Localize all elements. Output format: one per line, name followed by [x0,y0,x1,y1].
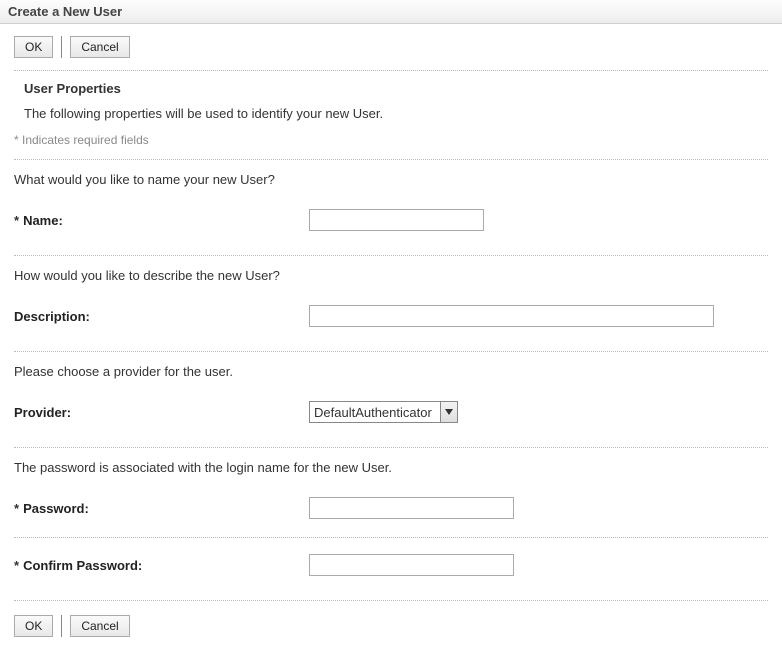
confirm-password-label: * Confirm Password: [14,558,309,573]
provider-select[interactable]: DefaultAuthenticator [309,401,458,423]
separator [14,255,768,256]
description-label: Description: [14,309,309,324]
password-label-text: Password: [23,501,89,516]
separator [14,351,768,352]
cancel-button[interactable]: Cancel [70,36,129,58]
provider-prompt: Please choose a provider for the user. [14,364,768,397]
button-divider [61,615,62,637]
name-label: * Name: [14,213,309,228]
password-input[interactable] [309,497,514,519]
password-intro: The password is associated with the logi… [14,460,768,493]
button-divider [61,36,62,58]
provider-label: Provider: [14,405,309,420]
provider-dropdown-button[interactable] [440,401,458,423]
separator [14,537,768,538]
description-prompt: How would you like to describe the new U… [14,268,768,301]
required-asterisk: * [14,213,19,228]
section-title: User Properties [14,73,768,102]
name-label-text: Name: [23,213,63,228]
chevron-down-icon [445,409,453,415]
required-asterisk: * [14,501,19,516]
ok-button[interactable]: OK [14,615,53,637]
ok-button[interactable]: OK [14,36,53,58]
page-title: Create a New User [0,0,782,24]
name-prompt: What would you like to name your new Use… [14,172,768,205]
separator [14,600,768,601]
separator [14,70,768,71]
required-fields-note: * Indicates required fields [14,127,768,155]
section-description: The following properties will be used to… [14,102,768,127]
cancel-button[interactable]: Cancel [70,615,129,637]
confirm-password-label-text: Confirm Password: [23,558,142,573]
provider-selected-value: DefaultAuthenticator [309,401,440,423]
password-label: * Password: [14,501,309,516]
bottom-button-bar: OK Cancel [14,603,768,645]
top-button-bar: OK Cancel [0,24,782,66]
separator [14,159,768,160]
description-input[interactable] [309,305,714,327]
name-input[interactable] [309,209,484,231]
required-asterisk: * [14,558,19,573]
confirm-password-input[interactable] [309,554,514,576]
separator [14,447,768,448]
